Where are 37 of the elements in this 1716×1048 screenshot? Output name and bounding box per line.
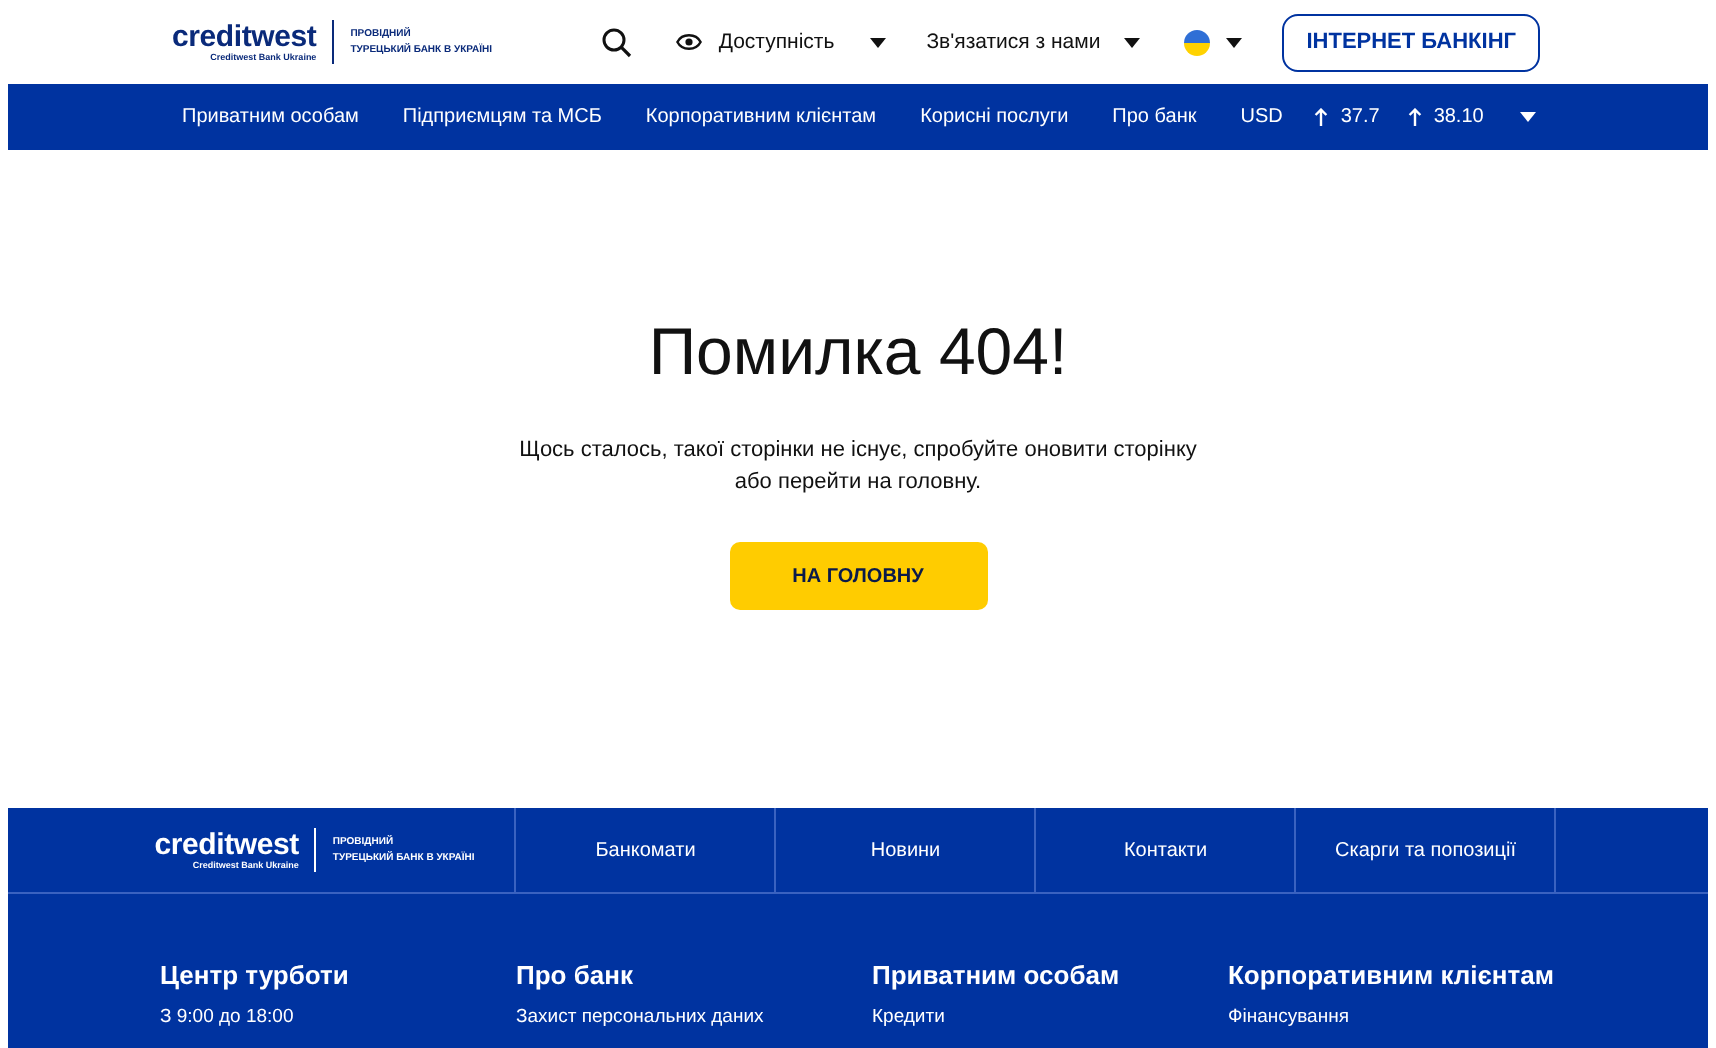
accessibility-menu[interactable]: Доступність bbox=[718, 30, 835, 54]
logo-wordmark: creditwest bbox=[172, 22, 317, 52]
caret-icon bbox=[1226, 37, 1243, 47]
arrow-up-icon bbox=[1314, 108, 1329, 126]
eye-icon bbox=[676, 32, 703, 52]
nav-link[interactable]: Корисні послуги bbox=[920, 106, 1069, 128]
footer-link[interactable]: Новини bbox=[774, 808, 1035, 892]
nav-link[interactable]: Корпоративним клієнтам bbox=[645, 106, 877, 128]
nav-link[interactable]: Підприємцям та МСБ bbox=[402, 106, 602, 128]
footer-link[interactable]: Захист персональних даних bbox=[516, 1006, 872, 1028]
footer-heading: Центр турботи bbox=[160, 960, 351, 990]
search-icon[interactable] bbox=[602, 27, 633, 57]
contact-menu[interactable]: Зв'язатися з нами bbox=[926, 30, 1101, 54]
currency-code: USD bbox=[1240, 106, 1283, 128]
footer-link[interactable]: Банкомати bbox=[514, 808, 775, 892]
home-button[interactable]: НА ГОЛОВНУ bbox=[729, 542, 987, 610]
caret-icon bbox=[870, 37, 887, 47]
footer-heading: Корпоративним клієнтам bbox=[1228, 960, 1556, 990]
sell-rate: 38.10 bbox=[1433, 106, 1484, 128]
footer-link[interactable]: Кредити bbox=[872, 1006, 1228, 1028]
error-message: Щось сталось, такої сторінки не існує, спробуйте оновити сторінку або перейти на головну. bbox=[517, 436, 1199, 498]
error-title: Помилка 404! bbox=[648, 314, 1068, 390]
logo-wordmark: creditwest bbox=[154, 830, 299, 860]
nav-link[interactable]: Приватним особам bbox=[182, 106, 359, 128]
footer-link[interactable]: Фінансування bbox=[1228, 1006, 1584, 1028]
footer-link[interactable]: З 9:00 до 18:00 bbox=[160, 1006, 516, 1028]
nav-link[interactable]: Про банк bbox=[1112, 106, 1197, 128]
arrow-up-icon bbox=[1407, 108, 1422, 126]
footer-link[interactable]: Контакти bbox=[1034, 808, 1295, 892]
footer-link[interactable]: Скарги та попозиції bbox=[1294, 808, 1555, 892]
footer-heading: Про банк bbox=[516, 960, 635, 990]
caret-icon bbox=[1124, 37, 1141, 47]
ukraine-flag-icon[interactable] bbox=[1184, 29, 1211, 55]
buy-rate: 37.7 bbox=[1340, 106, 1380, 128]
footer-heading: Приватним особам bbox=[872, 960, 1122, 990]
caret-icon bbox=[1519, 112, 1536, 122]
internet-banking-button[interactable]: ІНТЕРНЕТ БАНКІНГ bbox=[1282, 13, 1540, 71]
